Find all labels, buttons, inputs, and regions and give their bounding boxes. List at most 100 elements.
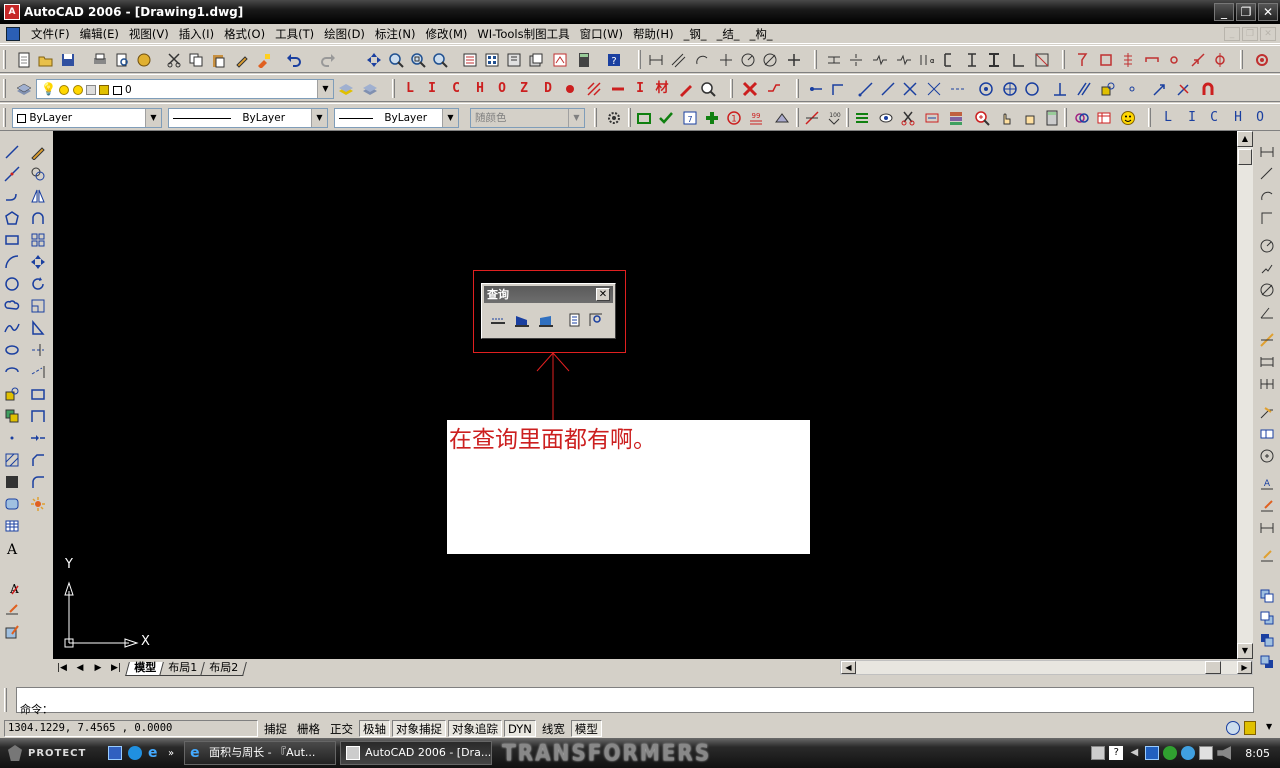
close-icon[interactable]: ✕	[596, 288, 610, 301]
center-mark-icon[interactable]	[1257, 446, 1277, 466]
dashed-line-icon[interactable]	[948, 79, 968, 99]
otrack-toggle[interactable]: 对象追踪	[448, 719, 502, 737]
extend-icon[interactable]	[28, 362, 48, 382]
steel-tool-5-icon[interactable]: α	[916, 50, 936, 70]
restore-button[interactable]: ❐	[1236, 3, 1256, 21]
ellipse-arc-icon[interactable]	[2, 362, 22, 382]
doc-minimize-button[interactable]: _	[1224, 27, 1240, 41]
red-tool-l[interactable]: L	[400, 79, 420, 99]
drawing-canvas[interactable]: 查询 ✕ 在查询里面都有啊。 Y X	[53, 131, 1237, 659]
quick-leader-icon[interactable]	[1257, 402, 1277, 422]
gradient-icon[interactable]	[2, 472, 22, 492]
zoom-previous-icon[interactable]	[430, 50, 450, 70]
red-pen-icon[interactable]	[676, 79, 696, 99]
move-icon[interactable]	[28, 252, 48, 272]
pan-realtime-icon[interactable]	[364, 50, 384, 70]
erase-icon[interactable]	[740, 79, 760, 99]
circle-target-icon[interactable]	[976, 79, 996, 99]
zoom-realtime-icon[interactable]	[386, 50, 406, 70]
hscroll-thumb[interactable]	[1205, 661, 1221, 674]
menu-structure[interactable]: _结_	[712, 26, 745, 42]
shape-edit-icon[interactable]	[772, 108, 792, 128]
circle-arc-icon[interactable]	[1022, 79, 1042, 99]
blue-tool-l[interactable]: L	[1158, 108, 1178, 128]
draw-order-under-icon[interactable]	[1257, 652, 1277, 672]
mirror-icon[interactable]	[28, 186, 48, 206]
layer-previous-icon[interactable]	[360, 79, 380, 99]
snap-toggle[interactable]: 捕捉	[260, 720, 291, 737]
insert-block-left-icon[interactable]	[2, 384, 22, 404]
steel-tool-8-icon[interactable]	[984, 50, 1004, 70]
hand-pan-icon[interactable]	[1020, 108, 1040, 128]
insert-block-icon[interactable]	[1098, 79, 1118, 99]
chevron-down-icon[interactable]: ▼	[311, 109, 327, 127]
model-toggle[interactable]: 模型	[570, 719, 602, 737]
region-icon[interactable]	[2, 494, 22, 514]
toolbar-grip[interactable]	[638, 50, 641, 69]
quicklaunch-more-icon[interactable]: »	[168, 748, 174, 759]
stretch-icon[interactable]	[922, 108, 942, 128]
comm-center-icon[interactable]	[1226, 721, 1240, 735]
diag-line-icon[interactable]	[856, 79, 876, 99]
red-tool-h[interactable]: H	[470, 79, 490, 99]
dim-angular-icon[interactable]	[1257, 302, 1277, 322]
layer-manager-icon[interactable]	[14, 79, 34, 99]
print-preview-icon[interactable]	[112, 50, 132, 70]
steel-tool-3-icon[interactable]	[870, 50, 890, 70]
table-edit-icon[interactable]	[1094, 108, 1114, 128]
help-icon[interactable]: ?	[604, 50, 624, 70]
dim-radius-right-icon[interactable]	[1257, 236, 1277, 256]
publish-icon[interactable]	[134, 50, 154, 70]
quicklaunch-desktop-icon[interactable]	[108, 746, 122, 760]
undo-icon[interactable]	[284, 50, 304, 70]
locate-point-icon[interactable]	[586, 310, 606, 330]
toolbar-grip[interactable]	[1062, 50, 1065, 69]
scroll-right-arrow[interactable]: ▶	[1237, 661, 1252, 674]
quicklaunch-media-icon[interactable]	[128, 746, 142, 760]
dim-ordinate-icon[interactable]	[716, 50, 736, 70]
ortho-toggle[interactable]: 正交	[326, 720, 357, 737]
struct-tool-2-icon[interactable]	[1096, 50, 1116, 70]
edit-text-icon[interactable]: A	[2, 578, 22, 598]
steel-tool-9-icon[interactable]	[1008, 50, 1028, 70]
dim-radius-icon[interactable]	[738, 50, 758, 70]
design-center-icon[interactable]	[482, 50, 502, 70]
table-icon[interactable]	[2, 516, 22, 536]
red-tool-i2[interactable]: I	[630, 79, 650, 99]
calendar-icon[interactable]: 7	[680, 108, 700, 128]
break-icon[interactable]	[28, 406, 48, 426]
struct-tool-6-icon[interactable]	[1188, 50, 1208, 70]
rectangle-icon[interactable]	[2, 230, 22, 250]
toolbar-grip[interactable]	[1064, 108, 1067, 127]
red-tool-d[interactable]: D	[538, 79, 558, 99]
checkmark-icon[interactable]	[656, 108, 676, 128]
draw-order-above-icon[interactable]	[1257, 630, 1277, 650]
tab-layout1[interactable]: 布局1	[159, 661, 206, 676]
dim-diameter-icon[interactable]	[760, 50, 780, 70]
toolbar-grip[interactable]	[3, 50, 6, 69]
save-icon[interactable]	[58, 50, 78, 70]
fillet-icon[interactable]	[28, 472, 48, 492]
struct-tool-7-icon[interactable]	[1210, 50, 1230, 70]
toolbar-grip[interactable]	[594, 108, 597, 127]
sheet-set-icon[interactable]	[526, 50, 546, 70]
network-icon[interactable]	[1145, 746, 1160, 760]
struct-tool-3-icon[interactable]	[1118, 50, 1138, 70]
array-icon[interactable]	[28, 230, 48, 250]
blue-tool-o[interactable]: O	[1250, 108, 1270, 128]
help-tray-icon[interactable]: ?	[1109, 746, 1124, 760]
task-autocad-window[interactable]: AutoCAD 2006 - [Dra...	[340, 741, 493, 765]
make-block-icon[interactable]	[2, 406, 22, 426]
scissors-icon[interactable]	[898, 108, 918, 128]
construction-line-icon[interactable]	[2, 164, 22, 184]
minimize-button[interactable]: _	[1214, 3, 1234, 21]
copy-icon[interactable]	[186, 50, 206, 70]
diag-line-2-icon[interactable]	[878, 79, 898, 99]
chamfer-icon[interactable]	[28, 450, 48, 470]
smiley-icon[interactable]	[1118, 108, 1138, 128]
status-menu-arrow[interactable]: ▼	[1266, 722, 1272, 731]
tool-palettes-icon[interactable]	[504, 50, 524, 70]
join-icon[interactable]	[28, 428, 48, 448]
region-mass-icon[interactable]	[536, 310, 556, 330]
circled-one-icon[interactable]: 1	[724, 108, 744, 128]
